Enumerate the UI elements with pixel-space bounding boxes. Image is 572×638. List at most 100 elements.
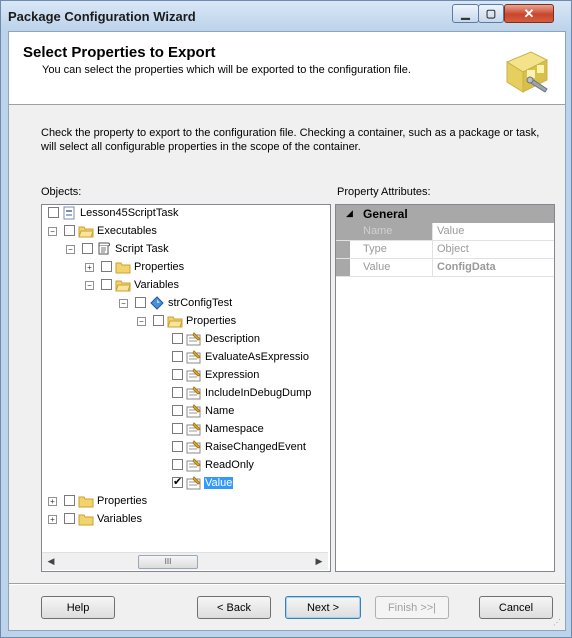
checkbox[interactable]	[48, 207, 59, 218]
tree-leaf-readonly[interactable]: ReadOnly	[42, 457, 328, 475]
checkbox[interactable]	[101, 279, 112, 290]
horizontal-scrollbar[interactable]: ◀ III ▶	[42, 552, 328, 570]
property-value: ConfigData	[437, 261, 496, 273]
scroll-right-icon[interactable]: ▶	[312, 555, 326, 568]
checkbox[interactable]	[172, 423, 183, 434]
scroll-left-icon[interactable]: ◀	[44, 555, 58, 568]
checkbox[interactable]	[172, 369, 183, 380]
tree-label: IncludeInDebugDump	[205, 387, 312, 399]
checkbox[interactable]	[135, 297, 146, 308]
expand-toggle[interactable]: +	[48, 497, 57, 506]
collapse-toggle[interactable]: −	[48, 227, 57, 236]
checkbox[interactable]	[64, 225, 75, 236]
script-task-icon	[98, 242, 110, 255]
close-button[interactable]: ✕	[504, 4, 554, 23]
property-category[interactable]: ◢ General	[336, 205, 554, 223]
tree-node-var-properties[interactable]: − Properties	[42, 313, 328, 331]
tree-label: EvaluateAsExpressio	[205, 351, 309, 363]
title-bar[interactable]: Package Configuration Wizard ▁ ▢ ✕	[1, 1, 571, 31]
tree-node-st-properties[interactable]: + Properties	[42, 259, 328, 277]
tree-leaf-namespace[interactable]: Namespace	[42, 421, 328, 439]
tree-label: Description	[205, 333, 261, 345]
tree-leaf-value[interactable]: Value	[42, 475, 328, 493]
checkbox[interactable]	[172, 351, 183, 362]
property-row[interactable]: Value ConfigData	[336, 259, 554, 277]
property-name: Type	[350, 241, 433, 258]
tree-leaf-name[interactable]: Name	[42, 403, 328, 421]
checkbox[interactable]	[101, 261, 112, 272]
collapse-triangle-icon[interactable]: ◢	[346, 208, 353, 219]
category-label: General	[363, 207, 408, 221]
tree-node-variable[interactable]: − strConfigTest	[42, 295, 328, 313]
tree-leaf-evaluateasexpression[interactable]: EvaluateAsExpressio	[42, 349, 328, 367]
tree-leaf-expression[interactable]: Expression	[42, 367, 328, 385]
collapse-toggle[interactable]: −	[137, 317, 146, 326]
checkbox-checked[interactable]	[172, 475, 183, 488]
tree-node-st-variables[interactable]: − Variables	[42, 277, 328, 295]
folder-icon	[78, 496, 94, 508]
row-gutter	[336, 259, 350, 276]
tree-label: Variables	[134, 279, 180, 291]
tree-label: Namespace	[205, 423, 264, 435]
tree-leaf-raisechangedevent[interactable]: RaiseChangedEvent	[42, 439, 328, 457]
expand-toggle[interactable]: +	[85, 263, 94, 272]
checkbox[interactable]	[64, 513, 75, 524]
maximize-button[interactable]: ▢	[478, 4, 504, 23]
collapse-toggle[interactable]: −	[85, 281, 94, 290]
resize-grip-icon[interactable]: ⋰	[553, 618, 563, 628]
tree-node-pkg-properties[interactable]: + Properties	[42, 493, 328, 511]
tree-label: Properties	[97, 495, 148, 507]
expand-toggle[interactable]: +	[48, 515, 57, 524]
property-grid[interactable]: ◢ General Name Value Type Object Value C…	[335, 204, 555, 572]
tree-node-executables[interactable]: − Executables	[42, 223, 328, 241]
tree-label: RaiseChangedEvent	[205, 441, 306, 453]
tree-leaf-description[interactable]: Description	[42, 331, 328, 349]
tree-node-script-task[interactable]: − Script Task	[42, 241, 328, 259]
minimize-button[interactable]: ▁	[452, 4, 479, 23]
tree-label: Executables	[97, 225, 157, 237]
checkbox[interactable]	[82, 243, 93, 254]
close-icon: ✕	[523, 5, 535, 21]
tree-leaf-includeindebugdump[interactable]: IncludeInDebugDump	[42, 385, 328, 403]
instructions-text: Check the property to export to the conf…	[41, 127, 540, 153]
property-row[interactable]: Type Object	[336, 241, 554, 259]
tree-label: Properties	[186, 315, 237, 327]
property-name: Name	[350, 223, 433, 240]
tree-label: Properties	[134, 261, 185, 273]
checkbox[interactable]	[172, 441, 183, 452]
tree-label: Expression	[205, 369, 260, 381]
row-gutter	[336, 241, 350, 258]
minimize-icon: ▁	[461, 8, 470, 20]
objects-label: Objects:	[41, 186, 82, 198]
checkbox[interactable]	[172, 387, 183, 398]
checkbox[interactable]	[172, 405, 183, 416]
tree-node-package[interactable]: Lesson45ScriptTask	[42, 205, 328, 223]
property-icon	[186, 458, 201, 472]
tree-label: Variables	[97, 513, 143, 525]
page-subtitle: You can select the properties which will…	[42, 64, 411, 76]
cancel-button[interactable]: Cancel	[479, 596, 553, 619]
finish-button[interactable]: Finish >>|	[375, 596, 449, 619]
property-icon	[186, 332, 201, 346]
property-value: Object	[437, 243, 469, 255]
scroll-thumb[interactable]: III	[138, 555, 198, 569]
tree-label: Name	[205, 405, 235, 417]
tree-label: strConfigTest	[168, 297, 233, 309]
folder-icon	[78, 226, 94, 238]
back-button[interactable]: < Back	[197, 596, 271, 619]
property-attributes-label: Property Attributes:	[337, 186, 431, 198]
help-button[interactable]: Help	[41, 596, 115, 619]
property-value: Value	[437, 225, 465, 237]
tree-node-pkg-variables[interactable]: + Variables	[42, 511, 328, 529]
checkbox[interactable]	[172, 333, 183, 344]
property-row[interactable]: Name Value	[336, 223, 554, 241]
tree-label: ReadOnly	[205, 459, 254, 471]
collapse-toggle[interactable]: −	[66, 245, 75, 254]
checkbox[interactable]	[153, 315, 164, 326]
objects-tree[interactable]: Lesson45ScriptTask − Executables − Scrip…	[41, 204, 331, 572]
checkbox[interactable]	[172, 459, 183, 470]
property-name: Value	[350, 259, 433, 276]
collapse-toggle[interactable]: −	[119, 299, 128, 308]
next-button[interactable]: Next >	[285, 596, 361, 619]
checkbox[interactable]	[64, 495, 75, 506]
